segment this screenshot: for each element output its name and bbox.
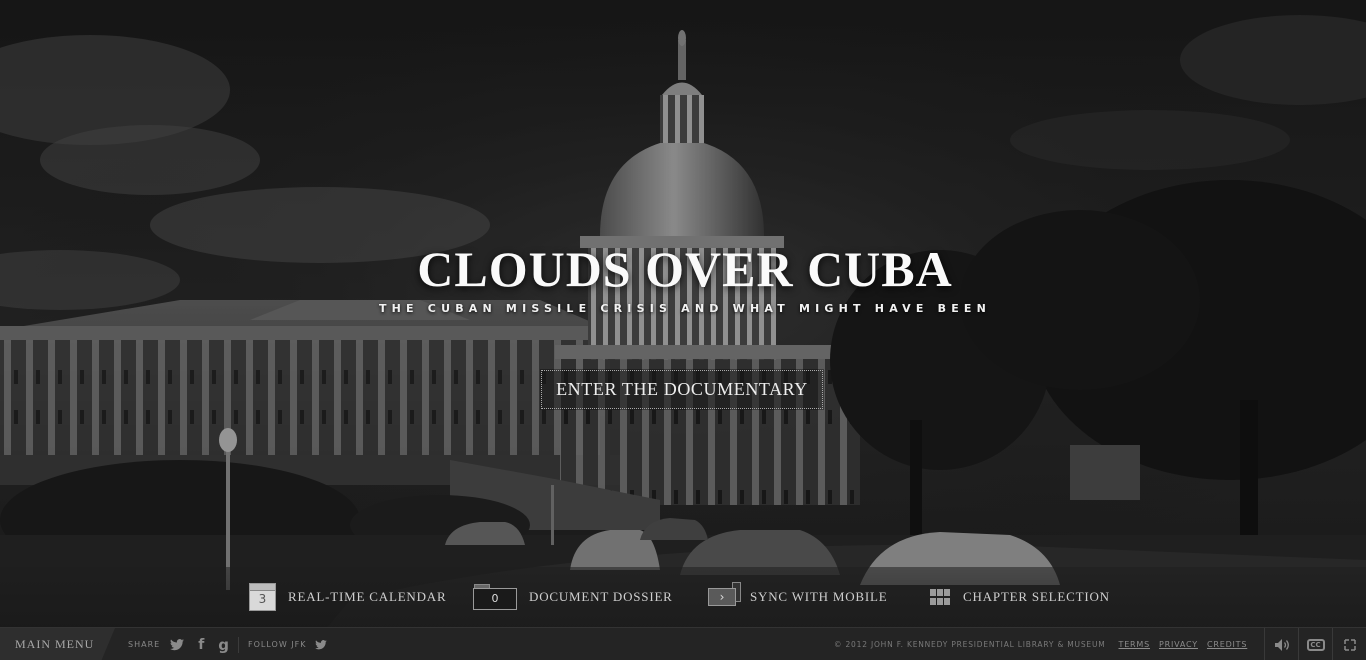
grid-icon — [930, 589, 951, 605]
chapter-selection-button[interactable]: CHAPTER SELECTION — [930, 567, 1110, 627]
calendar-icon: 3 — [249, 583, 276, 611]
document-dossier-button[interactable]: 0 DOCUMENT DOSSIER — [473, 567, 673, 627]
footer-bar: MAIN MENU SHARE f g FOLLOW JFK © 2012 JO… — [0, 627, 1366, 660]
facebook-icon[interactable]: f — [198, 637, 204, 653]
sound-icon — [1274, 638, 1289, 651]
page-title: CLOUDS OVER CUBA — [417, 241, 953, 297]
copyright-text: © 2012 JOHN F. KENNEDY PRESIDENTIAL LIBR… — [834, 640, 1106, 649]
feature-label-calendar: REAL-TIME CALENDAR — [288, 589, 447, 604]
enter-documentary-button[interactable]: ENTER THE DOCUMENTARY — [540, 369, 824, 410]
dossier-count: 0 — [491, 592, 499, 605]
calendar-day-number: 3 — [258, 592, 267, 606]
feature-label-dossier: DOCUMENT DOSSIER — [529, 589, 673, 604]
expand-icon — [1343, 638, 1356, 651]
credits-link[interactable]: CREDITS — [1207, 640, 1247, 649]
capitol-scene-illustration — [0, 0, 1366, 660]
sound-toggle-button[interactable] — [1264, 628, 1298, 660]
follow-label: FOLLOW JFK — [248, 640, 307, 649]
real-time-calendar-button[interactable]: 3 REAL-TIME CALENDAR — [249, 567, 446, 627]
twitter-icon[interactable] — [170, 638, 185, 651]
social-group: SHARE f g FOLLOW JFK — [128, 628, 327, 660]
closed-captions-button[interactable]: CC — [1298, 628, 1332, 660]
expand-button[interactable] — [1332, 628, 1366, 660]
google-icon[interactable]: g — [218, 636, 229, 654]
follow-twitter-icon[interactable] — [314, 639, 327, 650]
background-capitol-image — [0, 0, 1366, 660]
page-subtitle: THE CUBAN MISSILE CRISIS AND WHAT MIGHT … — [378, 302, 992, 315]
sync-with-mobile-button[interactable]: › SYNC WITH MOBILE — [708, 567, 888, 627]
feature-label-sync: SYNC WITH MOBILE — [750, 589, 888, 604]
sync-mobile-icon: › — [708, 582, 741, 608]
share-label: SHARE — [128, 640, 161, 649]
divider — [238, 636, 240, 653]
feature-bar: 3 REAL-TIME CALENDAR 0 DOCUMENT DOSSIER … — [0, 567, 1366, 627]
hero-section: CLOUDS OVER CUBA THE CUBAN MISSILE CRISI… — [0, 240, 1366, 315]
footer-legal: © 2012 JOHN F. KENNEDY PRESIDENTIAL LIBR… — [834, 628, 1247, 660]
privacy-link[interactable]: PRIVACY — [1159, 640, 1198, 649]
terms-link[interactable]: TERMS — [1119, 640, 1150, 649]
closed-captions-icon: CC — [1306, 638, 1325, 651]
feature-label-chapters: CHAPTER SELECTION — [963, 589, 1110, 604]
main-menu-button[interactable]: MAIN MENU — [0, 628, 115, 660]
folder-icon: 0 — [473, 584, 517, 610]
